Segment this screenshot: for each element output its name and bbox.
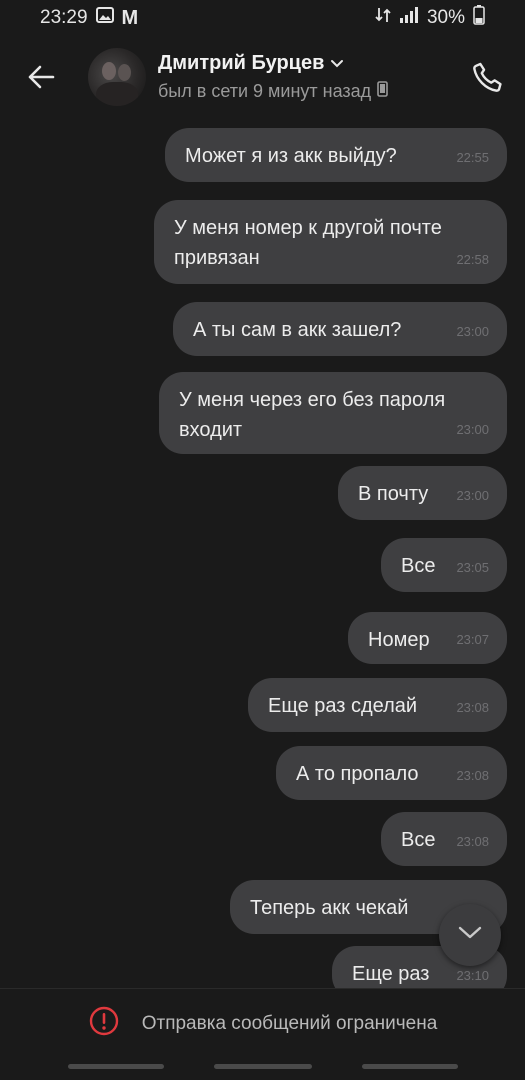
- message-bubble[interactable]: Еще раз сделай 23:08: [248, 678, 507, 732]
- message-time: 23:00: [456, 422, 489, 437]
- chevron-down-icon: [330, 52, 344, 75]
- chat-header: Дмитрий Бурцев был в сети 9 минут назад: [0, 40, 525, 116]
- contact-info[interactable]: Дмитрий Бурцев был в сети 9 минут назад: [158, 52, 388, 102]
- phone-icon[interactable]: [471, 60, 505, 94]
- message-bubble[interactable]: Все 23:08: [381, 812, 507, 866]
- status-bar: 23:29 M 30%: [0, 0, 525, 36]
- battery-icon: [473, 5, 485, 31]
- avatar[interactable]: [88, 48, 146, 106]
- message-time: 23:00: [456, 488, 489, 503]
- chevron-down-icon: [457, 925, 483, 946]
- message-bubble[interactable]: В почту 23:00: [338, 466, 507, 520]
- message-time: 23:05: [456, 560, 489, 575]
- message-time: 23:08: [456, 768, 489, 783]
- contact-name: Дмитрий Бурцев: [158, 52, 325, 74]
- message-bubble[interactable]: У меня через его без пароля входит 23:00: [159, 372, 507, 454]
- message-time: 22:55: [456, 150, 489, 165]
- mobile-device-icon: [377, 81, 388, 102]
- message-bubble[interactable]: Номер 23:07: [348, 612, 507, 664]
- message-bubble[interactable]: А то пропало 23:08: [276, 746, 507, 800]
- restriction-text: Отправка сообщений ограничена: [141, 1013, 438, 1034]
- message-time: 23:07: [456, 632, 489, 647]
- back-arrow-icon[interactable]: [26, 62, 56, 92]
- last-seen: был в сети 9 минут назад: [158, 81, 372, 101]
- data-transfer-icon: [375, 6, 391, 30]
- message-bubble[interactable]: У меня номер к другой почте привязан 22:…: [154, 200, 507, 284]
- status-time: 23:29: [40, 7, 88, 28]
- scroll-down-button[interactable]: [439, 904, 501, 966]
- message-bubble[interactable]: А ты сам в акк зашел? 23:00: [173, 302, 507, 356]
- signal-icon: [399, 6, 419, 30]
- warning-circle-icon: [88, 1005, 120, 1043]
- message-time: 23:08: [456, 700, 489, 715]
- battery-level: 30%: [426, 7, 465, 28]
- message-time: 23:08: [456, 834, 489, 849]
- message-time: 23:00: [456, 324, 489, 339]
- restriction-bar: Отправка сообщений ограничена: [0, 988, 525, 1059]
- message-bubble[interactable]: Все 23:05: [381, 538, 507, 592]
- message-bubble[interactable]: Может я из акк выйду? 22:55: [165, 128, 507, 182]
- system-nav-bar: [0, 1064, 525, 1070]
- message-time: 22:58: [456, 252, 489, 267]
- image-icon: [95, 7, 114, 29]
- mail-indicator: M: [121, 6, 139, 29]
- message-list[interactable]: Может я из акк выйду? 22:55 У меня номер…: [0, 126, 525, 988]
